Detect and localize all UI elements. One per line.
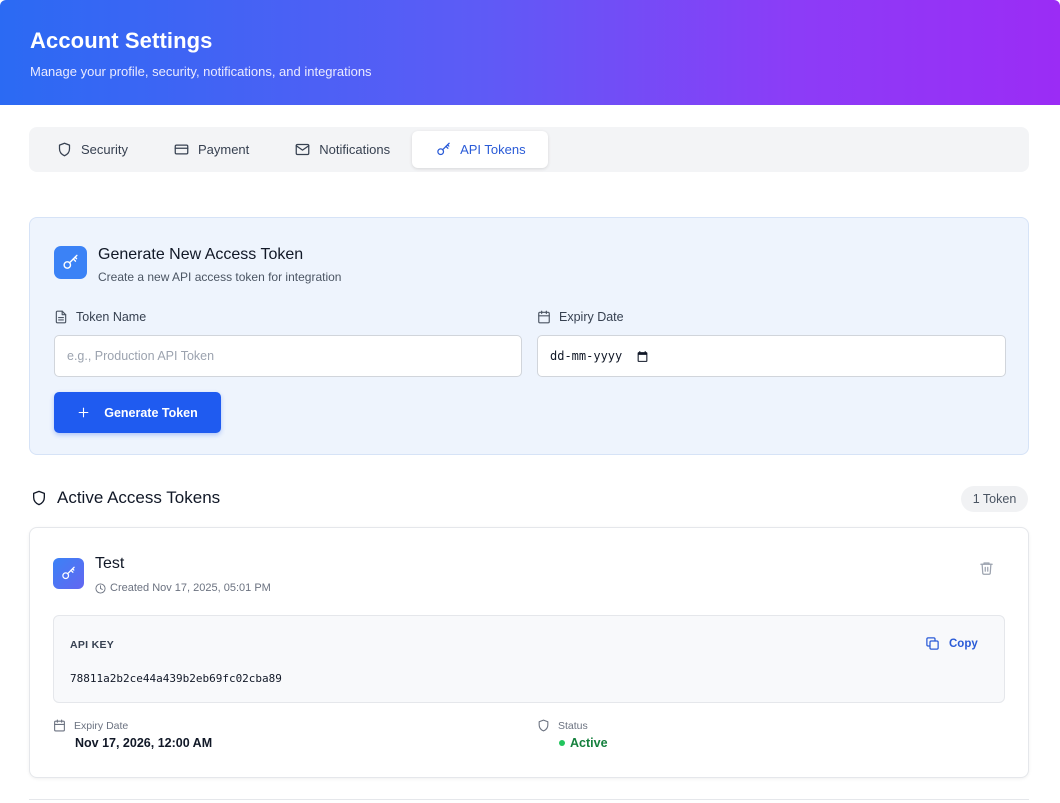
token-name: Test (95, 555, 125, 572)
token-card: Test Created Nov 17, 2025, 05:01 PM API … (29, 527, 1029, 778)
token-created: Created Nov 17, 2025, 05:01 PM (95, 582, 271, 594)
expiry-date-input[interactable]: dd-mm-yyyy (537, 335, 1006, 377)
tab-security[interactable]: Security (33, 131, 150, 168)
plus-icon (78, 407, 89, 418)
page-subtitle: Manage your profile, security, notificat… (30, 64, 372, 79)
tab-api-tokens-label: API Tokens (460, 142, 526, 157)
token-name-label-text: Token Name (76, 310, 147, 324)
expiry-date-label: Expiry Date (537, 310, 624, 324)
token-name-label: Token Name (54, 310, 146, 324)
shield-icon (538, 719, 549, 732)
key-icon (437, 142, 450, 156)
mail-icon (295, 143, 310, 156)
tab-notifications[interactable]: Notifications (271, 131, 412, 168)
token-expiry: Expiry Date Nov 17, 2026, 12:00 AM (53, 719, 212, 750)
token-status-label-text: Status (558, 719, 588, 732)
token-expiry-label: Expiry Date (53, 719, 212, 732)
settings-tabs: Security Payment Notifications API Token… (29, 127, 1029, 172)
tab-payment[interactable]: Payment (150, 131, 271, 168)
generate-token-title: Generate New Access Token (98, 246, 304, 263)
key-icon (53, 558, 84, 589)
status-badge: Active (559, 736, 608, 750)
shield-icon (58, 142, 71, 157)
token-status-label: Status (537, 719, 608, 732)
copy-button-label: Copy (949, 637, 978, 650)
tab-api-tokens[interactable]: API Tokens (412, 131, 548, 168)
copy-button[interactable]: Copy (925, 636, 978, 651)
api-key-box: API KEY 78811a2b2ce44a439b2eb69fc02cba89… (53, 615, 1005, 703)
generate-token-button-label: Generate Token (104, 405, 198, 420)
clock-icon (95, 582, 106, 594)
expiry-date-label-text: Expiry Date (559, 310, 624, 324)
active-tokens-title: Active Access Tokens (57, 488, 221, 507)
token-expiry-value: Nov 17, 2026, 12:00 AM (75, 736, 213, 750)
status-dot (559, 740, 565, 746)
calendar-picker-icon[interactable] (636, 350, 649, 363)
copy-icon (926, 637, 939, 650)
token-count-badge: 1 Token (961, 486, 1028, 512)
generate-token-card: Generate New Access Token Create a new A… (29, 217, 1029, 455)
credit-card-icon (174, 144, 189, 155)
expiry-date-placeholder: dd-mm-yyyy (550, 349, 623, 363)
file-text-icon (55, 310, 67, 324)
key-icon (54, 246, 87, 279)
active-tokens-heading: Active Access Tokens (31, 488, 220, 508)
calendar-icon (54, 719, 65, 732)
page-title: Account Settings (30, 28, 213, 53)
token-status: Status Active (537, 719, 608, 750)
api-key-label: API KEY (70, 639, 115, 651)
token-created-text: Created Nov 17, 2025, 05:01 PM (110, 582, 271, 594)
token-name-input[interactable] (54, 335, 522, 377)
divider (29, 799, 1029, 800)
tab-notifications-label: Notifications (319, 142, 391, 157)
trash-icon[interactable] (979, 560, 994, 576)
calendar-icon (538, 310, 550, 324)
page-header: Account Settings Manage your profile, se… (0, 0, 1060, 105)
generate-token-subtitle: Create a new API access token for integr… (98, 270, 342, 284)
tab-security-label: Security (81, 142, 128, 157)
tab-payment-label: Payment (197, 142, 250, 157)
generate-token-button[interactable]: Generate Token (54, 392, 221, 433)
api-key-value: 78811a2b2ce44a439b2eb69fc02cba89 (70, 672, 282, 685)
token-expiry-label-text: Expiry Date (74, 719, 129, 732)
shield-icon (33, 490, 45, 506)
status-value: Active (570, 736, 608, 750)
